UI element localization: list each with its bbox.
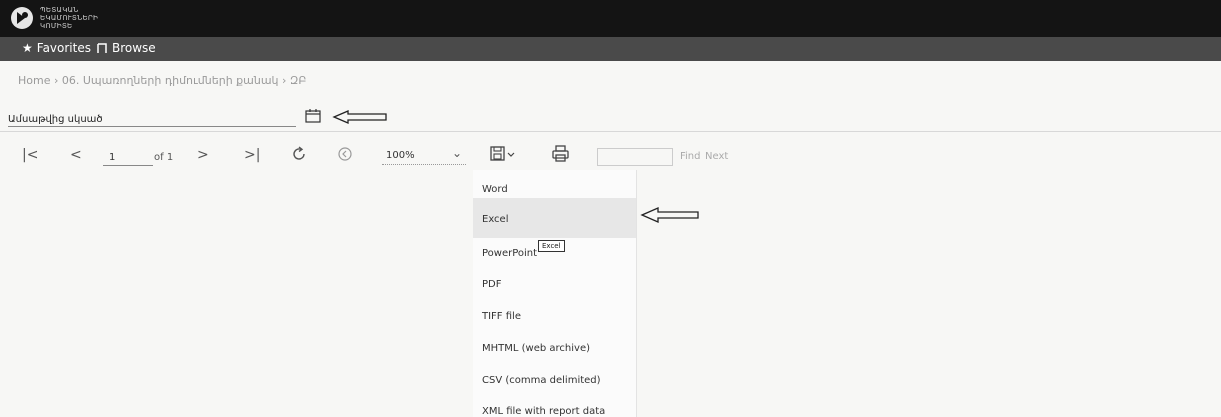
find-link[interactable]: Find	[680, 151, 701, 162]
logo-text: ՊԵՏԱԿԱՆ ԵԿԱՄՈՒՏՆԵՐԻ ԿՈՄԻՏԵ	[40, 6, 99, 30]
find-input[interactable]	[597, 148, 673, 166]
separator	[0, 131, 1221, 132]
calendar-icon[interactable]	[305, 109, 321, 123]
favorites-label: Favorites	[36, 41, 91, 55]
back-to-parent-icon[interactable]	[337, 146, 353, 162]
date-parameter-label: Ամսաթվից սկսած	[8, 114, 103, 125]
arrow-annotation-icon	[332, 110, 387, 124]
print-icon[interactable]	[552, 145, 569, 162]
next-page-icon[interactable]: >	[197, 147, 209, 163]
page-count: of 1	[154, 152, 174, 163]
export-dropdown-menu: Word Excel PowerPoint PDF TIFF file MHTM…	[473, 170, 637, 417]
export-pdf[interactable]: PDF	[482, 279, 501, 290]
breadcrumb: Home › 06. Սպառողների դիմումների քանակ ›…	[18, 74, 307, 87]
export-mhtml[interactable]: MHTML (web archive)	[482, 343, 590, 354]
export-tiff[interactable]: TIFF file	[482, 311, 521, 322]
chevron-down-icon: ⌄	[451, 146, 462, 160]
top-header: ՊԵՏԱԿԱՆ ԵԿԱՄՈՒՏՆԵՐԻ ԿՈՄԻՏԵ	[0, 0, 1221, 37]
save-export-icon[interactable]	[490, 146, 516, 162]
export-word[interactable]: Word	[482, 184, 508, 195]
export-csv[interactable]: CSV (comma delimited)	[482, 375, 601, 386]
zoom-value: 100%	[386, 150, 415, 161]
refresh-icon[interactable]	[291, 146, 307, 162]
zoom-select[interactable]: 100% ⌄	[382, 146, 466, 165]
export-excel[interactable]: Excel	[482, 214, 509, 225]
first-page-icon[interactable]: |<	[22, 147, 38, 163]
export-powerpoint[interactable]: PowerPoint	[482, 248, 537, 259]
browse-label: Browse	[112, 41, 156, 55]
star-icon: ★	[22, 41, 33, 55]
menu-bar: ★ Favorites Browse	[0, 37, 1221, 61]
previous-page-icon[interactable]: <	[70, 147, 82, 163]
browse-icon	[97, 43, 107, 53]
tooltip: Excel	[538, 240, 565, 252]
next-link[interactable]: Next	[705, 151, 728, 162]
arrow-annotation-icon	[640, 207, 699, 223]
logo-icon	[11, 7, 33, 29]
last-page-icon[interactable]: >|	[244, 147, 260, 163]
browse-menu[interactable]: Browse	[96, 41, 156, 55]
page-number-input[interactable]	[103, 149, 153, 166]
export-xml[interactable]: XML file with report data	[482, 406, 605, 417]
favorites-menu[interactable]: ★ Favorites	[22, 41, 91, 55]
